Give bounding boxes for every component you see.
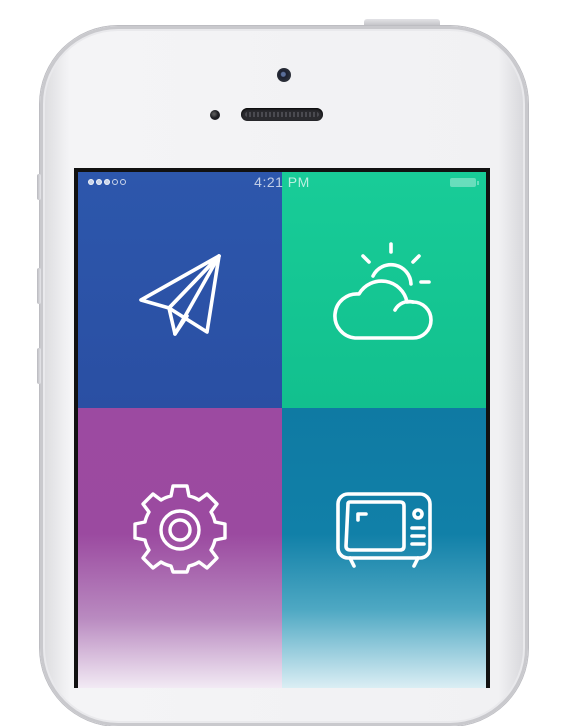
- status-time: 4:21 PM: [254, 174, 310, 190]
- gear-icon: [133, 484, 227, 574]
- tile-settings[interactable]: [78, 408, 282, 688]
- mute-switch: [37, 174, 41, 200]
- battery-icon: [450, 178, 479, 187]
- volume-up-button: [37, 268, 41, 304]
- status-bar: 4:21 PM: [78, 172, 486, 192]
- paper-plane-icon: [139, 254, 221, 336]
- tile-weather[interactable]: [282, 172, 486, 408]
- front-camera: [277, 68, 291, 82]
- earpiece-speaker: [241, 108, 323, 121]
- proximity-sensor: [210, 110, 220, 120]
- tv-icon: [336, 492, 432, 568]
- sun-cloud-icon: [333, 242, 433, 340]
- tile-tv[interactable]: [282, 408, 486, 688]
- volume-down-button: [37, 348, 41, 384]
- screen: 4:21 PM: [74, 168, 490, 688]
- tile-messages[interactable]: [78, 172, 282, 408]
